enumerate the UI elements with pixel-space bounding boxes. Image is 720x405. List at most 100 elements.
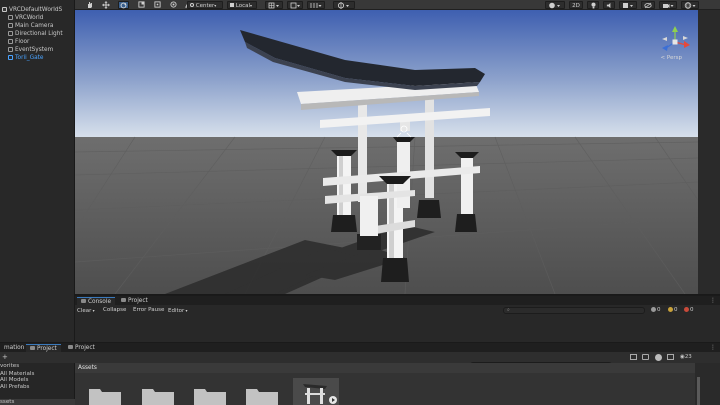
audio-toggle-button[interactable]: [603, 1, 615, 9]
panel-menu-icon[interactable]: ⋮: [710, 297, 716, 304]
hidden-objects-toggle[interactable]: [641, 1, 655, 9]
assets-tree-root[interactable]: ssets: [0, 399, 75, 405]
tab-project-secondary[interactable]: Project: [64, 344, 99, 352]
hierarchy-scene-root[interactable]: VRCDefaultWorldS: [2, 6, 74, 14]
hierarchy-item-label: Torii_Gate: [15, 55, 44, 61]
add-asset-icon[interactable]: +: [2, 353, 10, 361]
scene-camera-dropdown[interactable]: [659, 1, 677, 9]
error-pause-toggle[interactable]: Error Pause: [133, 306, 164, 315]
scrollbar-thumb[interactable]: [697, 377, 700, 405]
error-count-toggle[interactable]: 0: [684, 306, 694, 315]
unity-scene-icon: [2, 6, 7, 12]
gameobject-icon: [8, 46, 13, 52]
transform-tool-button[interactable]: [168, 1, 178, 9]
favorite-star-icon[interactable]: [667, 354, 674, 360]
pivot-center-dropdown[interactable]: Center▾: [187, 1, 223, 9]
snap-increment-button[interactable]: [287, 1, 303, 9]
y-axis-cone[interactable]: [672, 26, 678, 32]
dropdown-arrow-icon: ▾: [214, 3, 217, 8]
assets-scrollbar[interactable]: [695, 363, 720, 405]
increment-snap-dropdown[interactable]: [307, 1, 325, 9]
clear-button[interactable]: Clear ▾: [77, 306, 95, 315]
z-axis-cone[interactable]: [662, 45, 668, 51]
transform-icon: [169, 1, 177, 8]
torii-gate-prefab-thumbnail[interactable]: [293, 378, 339, 405]
warning-count-toggle[interactable]: 0: [668, 306, 678, 315]
scene-view[interactable]: < Persp: [75, 10, 698, 294]
favorite-all-models[interactable]: All Models: [0, 377, 28, 384]
pivot-icon: [190, 3, 194, 7]
grid-icon: [268, 2, 279, 9]
move-arrows-icon: [102, 1, 110, 9]
filter-type-icon[interactable]: [630, 354, 637, 360]
hierarchy-item-floor[interactable]: Floor: [8, 38, 74, 46]
effects-dropdown[interactable]: [619, 1, 637, 9]
gameobject-icon: [8, 22, 13, 28]
project-panel: mation Project Project ⋮ + ⌕ ◉23 vorites…: [0, 342, 720, 405]
hierarchy-item-eventsystem[interactable]: EventSystem: [8, 46, 74, 54]
editor-dropdown[interactable]: Editor ▾: [168, 306, 188, 315]
gameobject-icon: [8, 14, 13, 20]
project-tab-bar: mation Project Project ⋮: [0, 343, 720, 352]
torii-thumbnail-image: [303, 384, 337, 404]
shading-mode-dropdown[interactable]: [545, 1, 565, 9]
folder-icon[interactable]: [141, 385, 175, 405]
x-axis-cone[interactable]: [684, 41, 690, 48]
log-count: 0: [657, 307, 661, 313]
scene-root-label: VRCDefaultWorldS: [9, 7, 63, 13]
hierarchy-item-vrcworld[interactable]: VRCWorld: [8, 14, 74, 22]
orientation-gizmo[interactable]: [658, 24, 692, 68]
hand-tool-button[interactable]: [85, 1, 95, 9]
favorite-label: All Models: [0, 377, 29, 383]
collapse-toggle[interactable]: Collapse: [103, 306, 126, 315]
favorites-header[interactable]: vorites: [0, 363, 19, 370]
local-global-dropdown[interactable]: Local▾: [227, 1, 257, 9]
favorite-all-materials[interactable]: All Materials: [0, 370, 34, 377]
hierarchy-item-label: Floor: [15, 39, 30, 45]
editor-label: Editor: [168, 308, 185, 314]
hidden-packages-icon[interactable]: [655, 353, 662, 361]
warning-icon: [668, 306, 673, 312]
tab-label: Project: [128, 298, 148, 304]
rotate-tool-button[interactable]: [118, 1, 129, 9]
hierarchy-item-label: VRCWorld: [15, 15, 44, 21]
hierarchy-item-torii-gate[interactable]: Torii_Gate: [8, 54, 74, 62]
move-tool-button[interactable]: [101, 1, 111, 9]
perspective-label[interactable]: < Persp: [661, 55, 682, 61]
gizmos-dropdown[interactable]: [681, 1, 699, 9]
speaker-icon: [606, 2, 610, 9]
console-icon: [81, 299, 86, 303]
prefab-icon: [8, 54, 13, 60]
search-icon: ⌕: [507, 307, 510, 313]
scene-gizmos-dropdown[interactable]: [333, 1, 355, 9]
tab-console[interactable]: Console: [77, 297, 116, 305]
panel-menu-icon[interactable]: ⋮: [710, 344, 716, 351]
2d-toggle-button[interactable]: 2D: [569, 1, 583, 9]
tab-project-main[interactable]: Project: [26, 344, 61, 352]
visible-count-badge: ◉23: [680, 353, 692, 361]
folder-icon[interactable]: [88, 385, 122, 405]
tab-project[interactable]: Project: [117, 297, 152, 305]
lighting-toggle-button[interactable]: [587, 1, 599, 9]
assets-grid: Assets: [75, 363, 695, 405]
inspector-strip: [698, 10, 720, 294]
hierarchy-item-main-camera[interactable]: Main Camera: [8, 22, 74, 30]
favorite-all-prefabs[interactable]: All Prefabs: [0, 384, 29, 391]
tab-animation[interactable]: mation: [0, 344, 28, 352]
filter-label-icon[interactable]: [642, 354, 649, 360]
grid-snap-dropdown[interactable]: [265, 1, 283, 9]
increment-icon: [310, 3, 322, 8]
hand-icon: [88, 2, 92, 8]
folder-icon[interactable]: [245, 385, 279, 405]
assets-breadcrumb[interactable]: Assets: [75, 363, 695, 373]
2d-label: 2D: [572, 3, 580, 9]
console-search-input[interactable]: ⌕: [503, 307, 645, 314]
log-count-toggle[interactable]: 0: [651, 306, 661, 315]
folder-icon[interactable]: [193, 385, 227, 405]
scale-tool-button[interactable]: [136, 1, 146, 9]
hierarchy-item-directional-light[interactable]: Directional Light: [8, 30, 74, 38]
rotate-icon: [120, 2, 127, 9]
rect-tool-button[interactable]: [152, 1, 162, 9]
snap-icon: [290, 2, 300, 9]
scale-icon: [137, 1, 145, 8]
